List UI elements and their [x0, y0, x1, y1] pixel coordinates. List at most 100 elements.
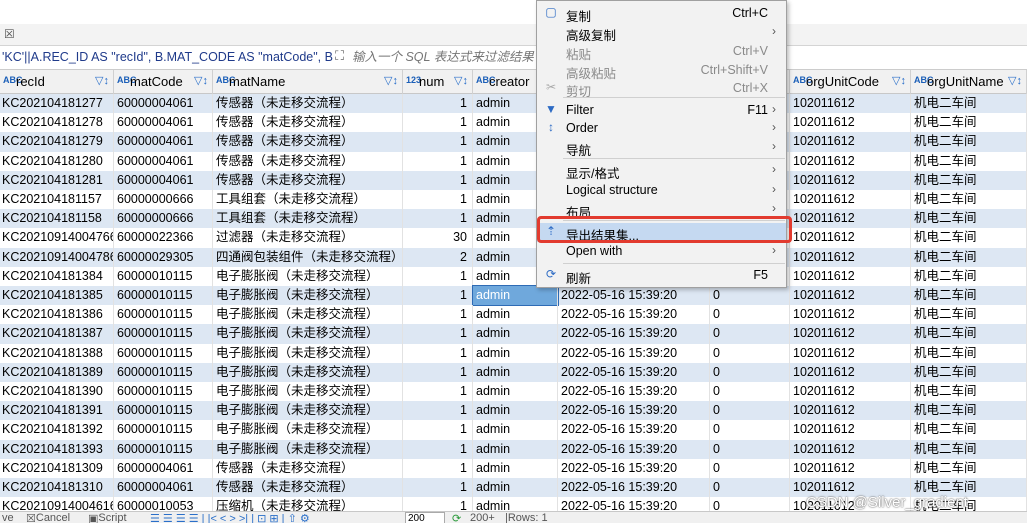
script-button[interactable]: ▣ Script: [88, 512, 127, 523]
table-cell[interactable]: admin: [473, 478, 558, 498]
table-cell[interactable]: 2022-05-16 15:39:20: [558, 458, 710, 478]
table-cell[interactable]: 102011612: [790, 247, 911, 267]
table-cell[interactable]: KC202104181393: [0, 439, 114, 459]
table-cell[interactable]: 机电二车间: [911, 458, 1027, 478]
table-row[interactable]: KC202104181384 60000010115 电子膨胀阀（未走移交流程） 1 a…: [0, 266, 1027, 286]
table-row[interactable]: KC202104181387 60000010115 电子膨胀阀（未走移交流程） 1 a…: [0, 324, 1027, 344]
table-cell[interactable]: KC202104181158: [0, 209, 114, 229]
table-row[interactable]: KC202104181393 60000010115 电子膨胀阀（未走移交流程） 1 a…: [0, 439, 1027, 459]
table-cell[interactable]: 102011612: [790, 305, 911, 325]
column-filter-icon[interactable]: ▽↕: [892, 74, 906, 87]
table-cell[interactable]: 102011612: [790, 343, 911, 363]
table-cell[interactable]: admin: [473, 439, 558, 459]
table-cell[interactable]: 60000004061: [114, 132, 213, 152]
table-cell[interactable]: KC202104181391: [0, 401, 114, 421]
table-cell[interactable]: 1: [403, 94, 473, 114]
table-cell[interactable]: 60000029305: [114, 247, 213, 267]
table-cell[interactable]: 102011612: [790, 439, 911, 459]
table-cell[interactable]: KC202104181385: [0, 286, 114, 306]
table-cell[interactable]: 2022-05-16 15:39:20: [558, 324, 710, 344]
table-row[interactable]: KC202104181386 60000010115 电子膨胀阀（未走移交流程） 1 a…: [0, 305, 1027, 325]
table-cell[interactable]: 2022-05-16 15:39:20: [558, 343, 710, 363]
table-cell[interactable]: 电子膨胀阀（未走移交流程）: [213, 305, 403, 325]
table-cell[interactable]: 机电二车间: [911, 132, 1027, 152]
table-cell[interactable]: 60000004061: [114, 170, 213, 190]
table-cell[interactable]: 0: [710, 458, 790, 478]
table-cell[interactable]: 0: [710, 343, 790, 363]
table-cell[interactable]: 机电二车间: [911, 324, 1027, 344]
table-cell[interactable]: admin: [473, 401, 558, 421]
table-cell[interactable]: 机电二车间: [911, 190, 1027, 210]
table-cell[interactable]: 2022-05-16 15:39:20: [558, 382, 710, 402]
table-cell[interactable]: 1: [403, 401, 473, 421]
menu-item[interactable]: ✂ 剪切 Ctrl+X: [537, 79, 786, 99]
table-cell[interactable]: 60000004061: [114, 458, 213, 478]
table-cell[interactable]: KC202104181278: [0, 113, 114, 133]
table-cell[interactable]: 60000010115: [114, 266, 213, 286]
table-cell[interactable]: 102011612: [790, 228, 911, 248]
table-cell[interactable]: 60000010115: [114, 343, 213, 363]
menu-item[interactable]: ⟳ 刷新 F5: [537, 266, 786, 286]
menu-item[interactable]: Open with ›: [537, 242, 786, 261]
table-cell[interactable]: 102011612: [790, 190, 911, 210]
column-filter-icon[interactable]: ▽↕: [95, 74, 109, 87]
table-cell[interactable]: 1: [403, 170, 473, 190]
table-cell[interactable]: 102011612: [790, 113, 911, 133]
column-header[interactable]: ABC matName ▽↕: [213, 70, 403, 94]
save-button[interactable]: ve: [2, 512, 14, 523]
table-cell[interactable]: 102011612: [790, 151, 911, 171]
table-cell[interactable]: KC202104181392: [0, 420, 114, 440]
menu-item[interactable]: 高级粘贴 Ctrl+Shift+V: [537, 61, 786, 81]
column-header[interactable]: ABC orgUnitName ▽↕: [911, 70, 1027, 94]
table-cell[interactable]: 机电二车间: [911, 439, 1027, 459]
table-cell[interactable]: 机电二车间: [911, 209, 1027, 229]
table-cell[interactable]: 1: [403, 209, 473, 229]
table-cell[interactable]: 60000010115: [114, 286, 213, 306]
table-cell[interactable]: KC202104181387: [0, 324, 114, 344]
table-cell[interactable]: KC202109140047860000029305: [0, 247, 114, 267]
table-cell[interactable]: 传感器（未走移交流程）: [213, 132, 403, 152]
table-cell[interactable]: 102011612: [790, 266, 911, 286]
table-cell[interactable]: 60000010115: [114, 420, 213, 440]
table-row[interactable]: KC202104181391 60000010115 电子膨胀阀（未走移交流程） 1 a…: [0, 401, 1027, 421]
column-filter-icon[interactable]: ▽↕: [1008, 74, 1022, 87]
table-cell[interactable]: admin: [473, 305, 558, 325]
table-cell[interactable]: KC202104181390: [0, 382, 114, 402]
table-cell[interactable]: 1: [403, 478, 473, 498]
table-cell[interactable]: 电子膨胀阀（未走移交流程）: [213, 324, 403, 344]
table-cell[interactable]: 传感器（未走移交流程）: [213, 151, 403, 171]
column-filter-icon[interactable]: ▽↕: [454, 74, 468, 87]
table-cell[interactable]: 60000010115: [114, 439, 213, 459]
menu-item[interactable]: 高级复制 ›: [537, 23, 786, 43]
table-cell[interactable]: 机电二车间: [911, 343, 1027, 363]
table-cell[interactable]: 1: [403, 382, 473, 402]
table-row[interactable]: KC202104181392 60000010115 电子膨胀阀（未走移交流程） 1 a…: [0, 420, 1027, 440]
table-cell[interactable]: admin: [473, 458, 558, 478]
table-cell[interactable]: 0: [710, 478, 790, 498]
menu-item[interactable]: 导航 ›: [537, 138, 786, 158]
table-row[interactable]: KC202104181280 60000004061 传感器（未走移交流程） 1 adm…: [0, 151, 1027, 171]
table-cell[interactable]: 1: [403, 151, 473, 171]
table-cell[interactable]: KC202104181389: [0, 362, 114, 382]
menu-item[interactable]: ↕ Order ›: [537, 119, 786, 138]
table-cell[interactable]: KC202104181280: [0, 151, 114, 171]
table-cell[interactable]: 机电二车间: [911, 170, 1027, 190]
table-cell[interactable]: 102011612: [790, 382, 911, 402]
table-cell[interactable]: 0: [710, 324, 790, 344]
table-row[interactable]: KC202104181277 60000004061 传感器（未走移交流程） 1 adm…: [0, 94, 1027, 114]
table-cell[interactable]: 机电二车间: [911, 305, 1027, 325]
table-cell[interactable]: 2022-05-16 15:39:20: [558, 420, 710, 440]
table-row[interactable]: KC202104181281 60000004061 传感器（未走移交流程） 1 adm…: [0, 170, 1027, 190]
table-cell[interactable]: KC202104181281: [0, 170, 114, 190]
cancel-button[interactable]: ☒ Cancel: [26, 512, 70, 523]
column-filter-icon[interactable]: ▽↕: [384, 74, 398, 87]
table-row[interactable]: KC202104181389 60000010115 电子膨胀阀（未走移交流程） 1 a…: [0, 362, 1027, 382]
table-cell[interactable]: 电子膨胀阀（未走移交流程）: [213, 439, 403, 459]
table-cell[interactable]: 102011612: [790, 94, 911, 114]
table-cell[interactable]: KC202104181388: [0, 343, 114, 363]
table-cell[interactable]: 60000010115: [114, 362, 213, 382]
table-cell[interactable]: 102011612: [790, 132, 911, 152]
table-cell[interactable]: 60000022366: [114, 228, 213, 248]
table-row[interactable]: KC202104181385 60000010115 电子膨胀阀（未走移交流程） 1 a…: [0, 284, 1027, 307]
table-cell[interactable]: 1: [403, 286, 473, 306]
